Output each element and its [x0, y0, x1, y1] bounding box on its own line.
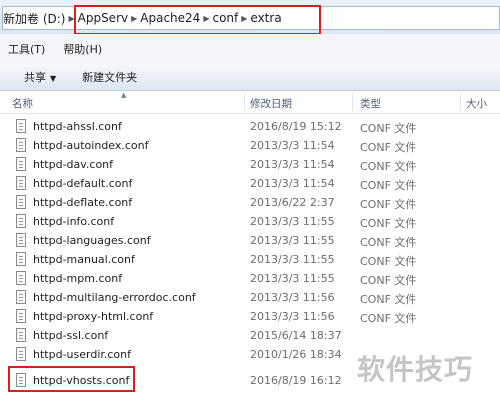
file-type: CONF 文件 [360, 122, 417, 135]
file-row[interactable]: httpd-manual.conf 2013/3/3 11:55 CONF 文件 [0, 250, 500, 269]
file-type: CONF 文件 [360, 160, 417, 173]
breadcrumb-extra[interactable]: extra [250, 11, 281, 25]
file-icon [16, 328, 26, 342]
column-size[interactable]: 大小 [466, 96, 487, 111]
file-row[interactable]: httpd-deflate.conf 2013/6/22 2:37 CONF 文… [0, 193, 500, 212]
file-name: httpd-proxy-html.conf [33, 310, 154, 323]
share-label: 共享 [24, 71, 46, 84]
file-date: 2013/3/3 11:55 [250, 215, 335, 228]
file-name: httpd-languages.conf [33, 234, 151, 247]
file-name: httpd-manual.conf [33, 253, 135, 266]
file-date: 2015/6/14 18:37 [250, 329, 342, 342]
file-row[interactable]: httpd-autoindex.conf 2013/3/3 11:54 CONF… [0, 136, 500, 155]
file-date: 2016/8/19 15:12 [250, 120, 342, 133]
file-name: httpd-deflate.conf [33, 196, 133, 209]
file-icon [16, 214, 26, 228]
file-icon [16, 252, 26, 266]
file-icon [16, 195, 26, 209]
file-name: httpd-info.conf [33, 215, 115, 228]
breadcrumb[interactable]: 新加卷 (D:) ▶ AppServ ▶ Apache24 ▶ conf ▶ e… [2, 6, 500, 30]
file-icon [16, 271, 26, 285]
file-row[interactable]: httpd-ahssl.conf 2016/8/19 15:12 CONF 文件 [0, 117, 500, 136]
watermark: 软件技巧 [357, 353, 474, 386]
file-row[interactable]: httpd-mpm.conf 2013/3/3 11:55 CONF 文件 [0, 269, 500, 288]
file-icon [16, 290, 26, 304]
new-folder-button[interactable]: 新建文件夹 [82, 69, 137, 85]
sort-up-icon: ▲ [121, 91, 127, 99]
menu-bar: 工具(T) 帮助(H) [0, 34, 500, 65]
file-date: 2013/3/3 11:55 [250, 234, 335, 247]
breadcrumb-appserv[interactable]: AppServ [78, 11, 128, 25]
breadcrumb-conf[interactable]: conf [212, 11, 238, 25]
file-name: httpd-ahssl.conf [33, 120, 122, 133]
toolbar: 共享 ▼ 新建文件夹 [0, 64, 500, 91]
file-name: httpd-mpm.conf [33, 272, 123, 285]
file-icon [16, 157, 26, 171]
file-icon [16, 373, 26, 387]
menu-help[interactable]: 帮助(H) [63, 41, 102, 57]
caret-down-icon: ▼ [50, 74, 57, 83]
file-row[interactable]: httpd-ssl.conf 2015/6/14 18:37 [0, 326, 500, 345]
file-row[interactable]: httpd-proxy-html.conf 2013/3/3 11:56 CON… [0, 307, 500, 326]
file-date: 2010/1/26 18:34 [250, 348, 342, 361]
chevron-right-icon[interactable]: ▶ [241, 14, 247, 23]
breadcrumb-apache24[interactable]: Apache24 [140, 11, 200, 25]
file-date: 2013/3/3 11:54 [250, 177, 335, 190]
menu-tools[interactable]: 工具(T) [8, 41, 45, 57]
file-date: 2013/3/3 11:54 [250, 158, 335, 171]
file-type: CONF 文件 [360, 274, 417, 287]
file-icon [16, 138, 26, 152]
file-icon [16, 233, 26, 247]
file-type: CONF 文件 [360, 236, 417, 249]
column-divider[interactable] [244, 93, 245, 111]
file-icon [16, 176, 26, 190]
chevron-right-icon[interactable]: ▶ [68, 14, 74, 23]
column-type[interactable]: 类型 [360, 96, 381, 111]
file-type: CONF 文件 [360, 141, 417, 154]
file-icon [16, 309, 26, 323]
file-name: httpd-vhosts.conf [33, 374, 130, 387]
file-name: httpd-multilang-errordoc.conf [33, 291, 196, 304]
share-button[interactable]: 共享 ▼ [24, 69, 56, 85]
file-row[interactable]: httpd-dav.conf 2013/3/3 11:54 CONF 文件 [0, 155, 500, 174]
file-row[interactable]: httpd-default.conf 2013/3/3 11:54 CONF 文… [0, 174, 500, 193]
chevron-right-icon[interactable]: ▶ [203, 14, 209, 23]
file-date: 2013/3/3 11:55 [250, 253, 335, 266]
chevron-right-icon[interactable]: ▶ [131, 14, 137, 23]
file-row[interactable]: httpd-info.conf 2013/3/3 11:55 CONF 文件 [0, 212, 500, 231]
file-date: 2013/3/3 11:56 [250, 291, 335, 304]
file-type: CONF 文件 [360, 293, 417, 306]
file-name: httpd-autoindex.conf [33, 139, 149, 152]
file-type: CONF 文件 [360, 312, 417, 325]
column-divider[interactable] [460, 93, 461, 111]
address-bar: 新加卷 (D:) ▶ AppServ ▶ Apache24 ▶ conf ▶ e… [0, 0, 500, 35]
file-row[interactable]: httpd-multilang-errordoc.conf 2013/3/3 1… [0, 288, 500, 307]
column-name[interactable]: 名称 [12, 96, 33, 111]
file-date: 2013/3/3 11:55 [250, 272, 335, 285]
file-name: httpd-default.conf [33, 177, 133, 190]
file-date: 2013/6/22 2:37 [250, 196, 335, 209]
column-divider[interactable] [352, 93, 353, 111]
file-type: CONF 文件 [360, 198, 417, 211]
file-icon [16, 119, 26, 133]
file-name: httpd-ssl.conf [33, 329, 109, 342]
file-date: 2013/3/3 11:54 [250, 139, 335, 152]
file-row[interactable]: httpd-languages.conf 2013/3/3 11:55 CONF… [0, 231, 500, 250]
breadcrumb-drive[interactable]: 新加卷 (D:) [3, 10, 65, 27]
file-type: CONF 文件 [360, 255, 417, 268]
file-name: httpd-dav.conf [33, 158, 114, 171]
file-icon [16, 347, 26, 361]
file-type: CONF 文件 [360, 217, 417, 230]
file-type: CONF 文件 [360, 179, 417, 192]
file-date: 2016/8/19 16:12 [250, 374, 342, 387]
file-date: 2013/3/3 11:56 [250, 310, 335, 323]
file-name: httpd-userdir.conf [33, 348, 132, 361]
column-date[interactable]: 修改日期 [250, 96, 292, 111]
column-header-row: ▲ 名称 修改日期 类型 大小 [0, 91, 500, 114]
